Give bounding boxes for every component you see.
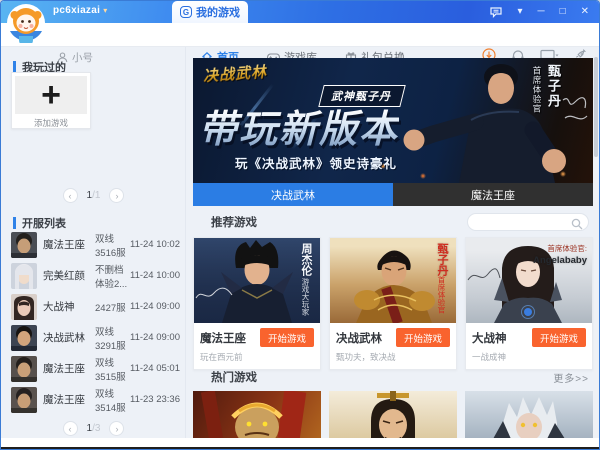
game-avatar	[11, 356, 37, 382]
server-row[interactable]: 魔法王座 双线3516服 11-24 10:02	[1, 229, 186, 260]
hot-games-title: 热门游戏	[211, 369, 257, 385]
server-next-button[interactable]: ›	[109, 421, 124, 436]
add-game-button[interactable]: + 添加游戏	[11, 72, 91, 129]
hot-game-thumbnail[interactable]	[465, 391, 593, 439]
game-slogan: 一战成神	[472, 351, 586, 363]
app-window: pc6xiazai▾ G 我的游戏 ▾ ─ □ ✕	[0, 0, 600, 450]
server-row[interactable]: 决战武林 双线3291服 11-24 09:00	[1, 322, 186, 353]
hot-game-thumbnail[interactable]	[329, 391, 457, 439]
recommended-header-row: 推荐游戏	[211, 213, 589, 231]
navbar: 小号 首页 游戏库 礼包兑换	[1, 23, 599, 47]
scrollbar-track[interactable]	[594, 49, 598, 436]
search-input[interactable]	[468, 214, 588, 230]
game-avatar	[11, 263, 37, 289]
card-endorser-text: 甄子丹 首席体验官	[434, 243, 450, 314]
close-button[interactable]: ✕	[581, 7, 589, 17]
recommended-cards: 周杰伦 游戏大玩家 魔法王座 开始游戏 玩在西元前	[193, 237, 593, 370]
app-title: pc6xiazai▾	[53, 5, 108, 16]
game-card-dazhanshen: 首席体验官: Angelababy 大战神 开始游戏 一战成神	[465, 237, 593, 370]
add-game-label: 添加游戏	[12, 117, 90, 129]
server-row[interactable]: 完美红颜 不删档体验2... 11-24 10:00	[1, 260, 186, 291]
card-footer: 大战神 开始游戏 一战成神	[466, 323, 592, 369]
start-game-button[interactable]: 开始游戏	[260, 328, 314, 347]
server-pager: ‹ 1/3 ›	[1, 421, 186, 436]
game-card-mofawangzuo: 周杰伦 游戏大玩家 魔法王座 开始游戏 玩在西元前	[193, 237, 321, 370]
search-box	[467, 213, 589, 231]
app-logo-avatar[interactable]	[6, 3, 46, 43]
titlebar: pc6xiazai▾ G 我的游戏 ▾ ─ □ ✕	[1, 1, 599, 23]
game-card-image[interactable]: 周杰伦 游戏大玩家	[194, 238, 320, 323]
window-bottom-margin	[1, 438, 599, 447]
hot-games-header-row: 热门游戏 更多>>	[211, 369, 589, 385]
white-hair-warrior-art	[465, 391, 593, 439]
feedback-message-icon[interactable]	[490, 7, 502, 18]
sidebar: 我玩过的 + 添加游戏 ‹ 1/1 › 开服列表 魔法王座 双线3516服 11…	[1, 47, 186, 438]
menu-dropdown-icon[interactable]: ▾	[517, 7, 522, 17]
played-prev-button[interactable]: ‹	[63, 188, 78, 203]
card-endorser-text: 首席体验官: Angelababy	[533, 243, 587, 266]
banner-tabs: 决战武林 魔法王座	[193, 183, 593, 206]
more-link[interactable]: 更多>>	[553, 370, 589, 385]
game-card-image[interactable]: 首席体验官: Angelababy	[466, 238, 592, 323]
window-bottom-edge	[1, 447, 599, 449]
main-content: 决战武林 武神甄子丹 带玩新版本 玩《决战武林》领史诗豪礼 甄子丹 首席体验官 …	[187, 47, 599, 438]
window-controls: ▾ ─ □ ✕	[490, 1, 589, 23]
card-endorser-text: 周杰伦 游戏大玩家	[298, 243, 314, 316]
card-footer: 魔法王座 开始游戏 玩在西元前	[194, 323, 320, 369]
played-page-indicator: 1/1	[87, 190, 101, 201]
emperor-art	[329, 391, 457, 439]
game-center-icon: G	[180, 6, 192, 18]
game-name: 魔法王座	[200, 330, 246, 346]
hot-game-thumbnail[interactable]	[193, 391, 321, 439]
banner-headline: 带玩新版本	[199, 98, 399, 153]
game-avatar	[11, 325, 37, 351]
server-prev-button[interactable]: ‹	[63, 421, 78, 436]
start-game-button[interactable]: 开始游戏	[396, 328, 450, 347]
game-avatar	[11, 294, 37, 320]
banner-subline: 玩《决战武林》领史诗豪礼	[235, 153, 397, 172]
server-row[interactable]: 魔法王座 双线3515服 11-24 05:01	[1, 353, 186, 384]
played-next-button[interactable]: ›	[109, 188, 124, 203]
hot-games-row	[193, 391, 593, 439]
game-name: 决战武林	[336, 330, 382, 346]
maximize-button[interactable]: □	[560, 7, 566, 17]
server-row[interactable]: 大战神 2427服 11-24 09:00	[1, 291, 186, 322]
game-slogan: 玩在西元前	[200, 351, 314, 363]
game-card-juezhanwulin: 甄子丹 首席体验官 决战武林 开始游戏 甄功夫，致决战	[329, 237, 457, 370]
game-avatar	[11, 232, 37, 258]
monkey-king-art	[193, 391, 321, 439]
server-page-indicator: 1/3	[87, 423, 101, 434]
banner-tab-mofawangzuo[interactable]: 魔法王座	[393, 183, 593, 206]
card-footer: 决战武林 开始游戏 甄功夫，致决战	[330, 323, 456, 369]
plus-icon: +	[15, 76, 87, 114]
signature-scribble	[557, 92, 591, 132]
banner-endorser-title: 首席体验官	[531, 66, 543, 114]
app-title-text: pc6xiazai	[53, 5, 100, 16]
scrollbar-thumb[interactable]	[594, 57, 598, 157]
search-icon[interactable]	[571, 217, 583, 235]
top-tab-label: 我的游戏	[196, 4, 240, 20]
game-card-image[interactable]: 甄子丹 首席体验官	[330, 238, 456, 323]
promo-banner[interactable]: 决战武林 武神甄子丹 带玩新版本 玩《决战武林》领史诗豪礼 甄子丹 首席体验官	[193, 58, 593, 183]
recommended-title: 推荐游戏	[211, 214, 257, 230]
server-list: 魔法王座 双线3516服 11-24 10:02 完美红颜 不删档体验2... …	[1, 229, 186, 415]
top-tab-my-games[interactable]: G 我的游戏	[172, 1, 248, 23]
minimize-button[interactable]: ─	[537, 7, 544, 17]
signature-scribble	[194, 286, 234, 304]
played-pager: ‹ 1/1 ›	[1, 188, 186, 203]
game-slogan: 甄功夫，致决战	[336, 351, 450, 363]
banner-tab-juezhanwulin[interactable]: 决战武林	[193, 183, 393, 206]
title-dropdown-icon[interactable]: ▾	[103, 6, 107, 15]
game-name: 大战神	[472, 330, 507, 346]
banner-game-logo: 决战武林	[202, 61, 267, 86]
start-game-button[interactable]: 开始游戏	[532, 328, 586, 347]
signature-scribble	[466, 266, 502, 286]
server-row[interactable]: 魔法王座 双线3514服 11-23 23:36	[1, 384, 186, 415]
game-avatar	[11, 387, 37, 413]
